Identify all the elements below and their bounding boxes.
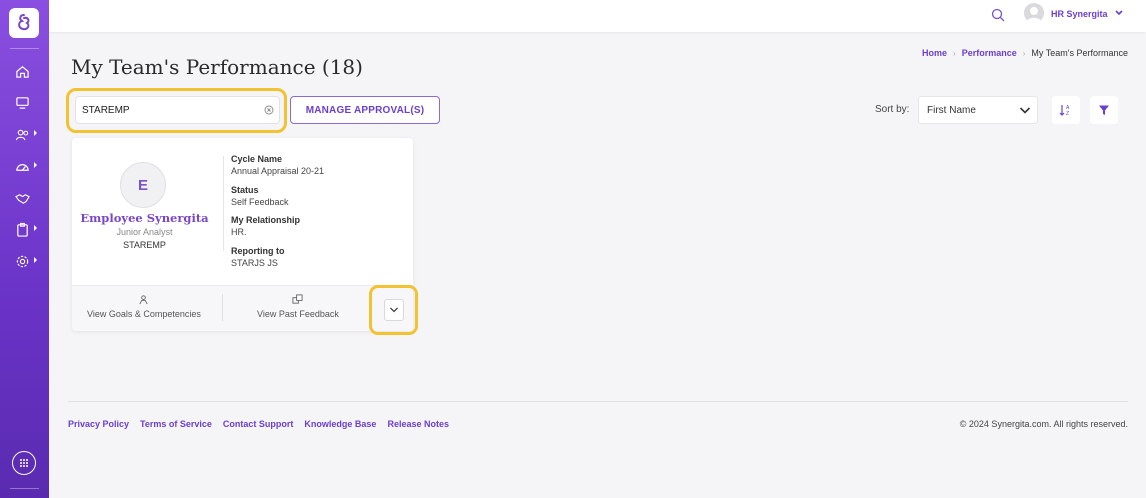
footer-link-terms[interactable]: Terms of Service (140, 419, 212, 429)
breadcrumb: Home › Performance › My Team's Performan… (922, 48, 1128, 58)
sort-selected-value: First Name (927, 105, 976, 116)
settings-icon (16, 255, 29, 267)
sort-select[interactable]: First Name (918, 96, 1038, 124)
info-reporting-to: Reporting to STARJS JS (231, 246, 285, 268)
team-icon (15, 129, 29, 140)
dashboard-icon (16, 163, 29, 171)
footer-links: Privacy Policy Terms of Service Contact … (68, 419, 449, 429)
info-label: Status (231, 185, 259, 195)
card-footer: View Goals & Competencies View Past Feed… (72, 285, 413, 331)
goals-icon (139, 295, 149, 305)
employee-role: Junior Analyst (116, 227, 173, 237)
filter-button[interactable] (1090, 96, 1118, 124)
view-past-feedback-button[interactable]: View Past Feedback (257, 294, 339, 319)
expand-card-button[interactable] (384, 299, 404, 321)
svg-text:Z: Z (1066, 111, 1069, 117)
info-value: Self Feedback (231, 197, 289, 207)
sidebar-item-settings[interactable] (15, 252, 37, 270)
page-title: My Team's Performance (18) (71, 55, 363, 79)
breadcrumb-performance[interactable]: Performance (962, 48, 1017, 58)
breadcrumb-home[interactable]: Home (922, 48, 947, 58)
clipboard-icon (17, 222, 28, 237)
info-cycle-name: Cycle Name Annual Appraisal 20-21 (231, 154, 324, 176)
user-name[interactable]: HR Synergita (1051, 9, 1108, 19)
footer-link-support[interactable]: Contact Support (223, 419, 294, 429)
breadcrumb-current: My Team's Performance (1031, 48, 1128, 58)
employee-avatar: E (120, 162, 166, 208)
chevron-down-icon (1019, 107, 1031, 114)
filter-icon (1099, 105, 1109, 115)
search-field[interactable] (75, 96, 280, 124)
footer-link-privacy[interactable]: Privacy Policy (68, 419, 129, 429)
sidebar-item-home[interactable] (15, 62, 37, 80)
view-past-feedback-label: View Past Feedback (257, 309, 339, 319)
info-value: STARJS JS (231, 258, 278, 268)
chevron-down-icon[interactable] (1114, 9, 1124, 17)
sidebar-divider (10, 48, 39, 49)
sort-az-icon: A Z (1059, 105, 1070, 117)
sort-label: Sort by: (875, 104, 910, 115)
copyright: © 2024 Synergita.com. All rights reserve… (959, 419, 1128, 429)
sidebar-item-dashboard[interactable] (15, 157, 37, 175)
footer-divider (222, 294, 223, 321)
chevron-down-icon (390, 307, 398, 313)
info-value: Annual Appraisal 20-21 (231, 166, 325, 176)
sort-order-button[interactable]: A Z (1052, 96, 1080, 124)
user-avatar-icon (1026, 7, 1042, 23)
info-label: Cycle Name (231, 154, 283, 164)
footer-link-knowledge-base[interactable]: Knowledge Base (304, 419, 376, 429)
sidebar-item-team[interactable] (15, 125, 37, 143)
logo-icon (18, 14, 30, 31)
sidebar-divider (10, 488, 39, 489)
sidebar-item-handshake[interactable] (15, 189, 37, 207)
expand-caret-icon (34, 225, 37, 231)
home-icon (16, 65, 29, 78)
sidebar-item-clipboard[interactable] (15, 220, 37, 238)
info-relationship: My Relationship HR. (231, 215, 300, 237)
breadcrumb-separator-icon: › (953, 48, 956, 58)
feedback-icon (292, 294, 303, 304)
expand-highlight (369, 285, 418, 335)
search-highlight (66, 88, 287, 133)
handshake-icon (15, 193, 30, 204)
footer-link-release-notes[interactable]: Release Notes (387, 419, 449, 429)
card-divider (223, 156, 224, 251)
monitor-icon (16, 96, 29, 109)
search-icon[interactable] (990, 7, 1006, 23)
employee-card: E Employee Synergita Junior Analyst STAR… (72, 138, 413, 331)
breadcrumb-separator-icon: › (1022, 48, 1026, 58)
clear-icon[interactable] (264, 105, 274, 115)
sidebar (0, 0, 49, 498)
info-value: HR. (231, 227, 247, 237)
search-input[interactable] (82, 97, 252, 123)
employee-code: STAREMP (123, 240, 166, 250)
manage-approvals-button[interactable]: MANAGE APPROVAL(S) (290, 96, 440, 124)
info-label: Reporting to (231, 246, 285, 256)
avatar[interactable] (1024, 3, 1044, 23)
footer-divider (68, 401, 1128, 402)
view-goals-button[interactable]: View Goals & Competencies (87, 294, 201, 319)
info-status: Status Self Feedback (231, 185, 289, 207)
grid-icon (20, 459, 28, 467)
apps-grid-button[interactable] (12, 451, 36, 475)
employee-name[interactable]: Employee Synergita (72, 211, 217, 225)
expand-caret-icon (34, 162, 37, 168)
expand-caret-icon (34, 130, 37, 136)
top-bar: HR Synergita (49, 0, 1146, 32)
synergita-logo[interactable] (9, 8, 39, 38)
expand-caret-icon (34, 257, 37, 263)
view-goals-label: View Goals & Competencies (87, 309, 201, 319)
info-label: My Relationship (231, 215, 301, 225)
sidebar-item-monitor[interactable] (15, 93, 37, 111)
